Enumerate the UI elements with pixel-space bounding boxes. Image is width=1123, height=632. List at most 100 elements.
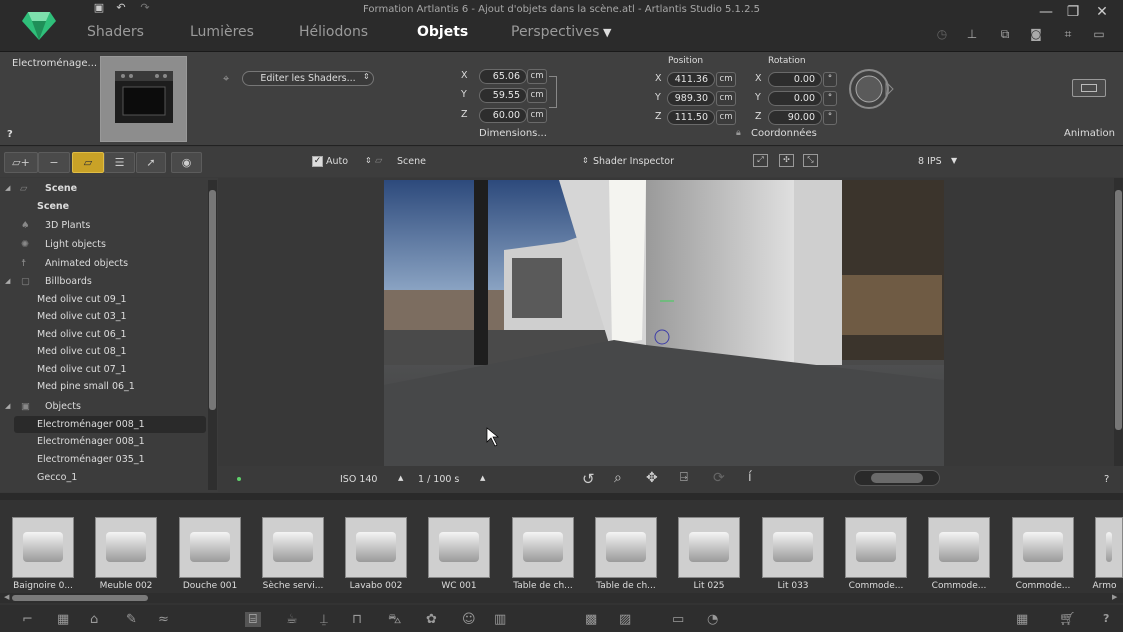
tree-billboards-header[interactable]: ◢ ▢ Billboards: [0, 273, 206, 290]
roof-icon[interactable]: ⌂: [90, 612, 98, 627]
library-item-thumbnail[interactable]: [512, 517, 574, 578]
tree-billboard-item[interactable]: Med olive cut 09_1: [0, 291, 206, 308]
library-item-thumbnail[interactable]: [179, 517, 241, 578]
clock-icon[interactable]: ◔: [707, 612, 718, 627]
orbit-icon[interactable]: ⟳: [713, 470, 725, 486]
library-item-thumbnail[interactable]: [262, 517, 324, 578]
shutter-value[interactable]: 1 / 100 s: [418, 474, 459, 485]
tab-lumieres[interactable]: Lumières: [190, 24, 254, 40]
dim-z-input[interactable]: 60.00: [479, 108, 527, 123]
tree-billboard-item[interactable]: Med olive cut 06_1: [0, 326, 206, 343]
tree-scene-item[interactable]: Scene: [0, 198, 206, 215]
library-scrollbar[interactable]: ◀ ▶: [0, 593, 1123, 603]
building-icon[interactable]: ▥: [494, 612, 506, 627]
shader-inspector-arrows-icon[interactable]: ⇕: [582, 156, 589, 165]
rot-z-input[interactable]: 90.00: [768, 110, 822, 125]
lamp-icon[interactable]: ⍊: [320, 612, 328, 627]
dim-x-input[interactable]: 65.06: [479, 69, 527, 84]
folder-icon[interactable]: ▭: [672, 612, 684, 627]
tree-object-item[interactable]: Electroménager 035_1: [0, 451, 206, 468]
pos-z-input[interactable]: 111.50: [667, 110, 715, 125]
tree-objects-header[interactable]: ◢ ▣ Objects: [0, 398, 206, 415]
copy-icon[interactable]: ⧉: [996, 27, 1014, 43]
pos-x-input[interactable]: 411.36: [667, 72, 715, 87]
zoom-icon[interactable]: ⌕: [614, 470, 622, 486]
person-icon[interactable]: ☺: [462, 612, 476, 627]
library-item-thumbnail[interactable]: [678, 517, 740, 578]
brick-icon[interactable]: ▦: [57, 612, 69, 627]
window-icon[interactable]: ▭: [1090, 27, 1108, 43]
emerald-logo-icon[interactable]: [22, 12, 56, 40]
scene-select[interactable]: Scene: [397, 156, 426, 167]
plant-icon[interactable]: ✿: [426, 612, 437, 627]
proportion-lock-bracket[interactable]: [549, 76, 557, 108]
rot-x-input[interactable]: 0.00: [768, 72, 822, 87]
tree-scene-header[interactable]: ◢ ▱ Scene: [0, 180, 206, 197]
tree-object-item[interactable]: Electroménager 008_1: [0, 433, 206, 450]
library-scroll-thumb[interactable]: [12, 595, 148, 601]
tree-billboard-item[interactable]: Med pine small 06_1: [0, 378, 206, 395]
table-icon[interactable]: ⊓: [352, 612, 362, 627]
list-view-button[interactable]: ☰: [104, 152, 135, 173]
fit-view-icon[interactable]: ✣: [779, 154, 794, 167]
perspectives-dropdown-icon[interactable]: ▼: [603, 26, 611, 39]
tree-billboard-item[interactable]: Med olive cut 03_1: [0, 308, 206, 325]
restore-button[interactable]: ❐: [1062, 3, 1084, 21]
coordinates-button[interactable]: Coordonnées: [751, 128, 817, 139]
cart-icon[interactable]: 🛒︎: [1059, 612, 1076, 627]
animation-icon[interactable]: [1072, 79, 1106, 97]
viewport-help-icon[interactable]: ?: [1104, 474, 1109, 485]
ips-dropdown-icon[interactable]: ▼: [951, 156, 957, 165]
tree-object-item[interactable]: Gecco_1: [0, 469, 206, 486]
tab-shaders[interactable]: Shaders: [87, 24, 144, 40]
car-icon[interactable]: ⛍︎: [388, 612, 401, 629]
collapse-icon[interactable]: ◢: [5, 180, 10, 197]
collapse-icon[interactable]: ◢: [5, 398, 10, 415]
tree-billboard-item[interactable]: Med olive cut 08_1: [0, 343, 206, 360]
library-item-thumbnail[interactable]: [95, 517, 157, 578]
iso-stepper-icon[interactable]: ▲: [398, 474, 403, 482]
zoom-out-view-icon[interactable]: ⤡: [803, 154, 818, 167]
walk-icon[interactable]: ⍈: [680, 470, 688, 485]
undo-view-icon[interactable]: ↺: [582, 470, 595, 488]
remove-object-button[interactable]: −: [38, 152, 70, 173]
minimize-button[interactable]: —: [1035, 3, 1057, 21]
rotation-dial-icon[interactable]: [848, 68, 896, 110]
shader-inspector-select[interactable]: Shader Inspector: [593, 156, 674, 167]
info-icon[interactable]: í: [748, 470, 752, 485]
axis-icon[interactable]: ⊥: [963, 27, 981, 43]
tree-billboard-item[interactable]: Med olive cut 07_1: [0, 361, 206, 378]
collapse-icon[interactable]: ◢: [5, 273, 10, 290]
clock-icon[interactable]: ◷: [933, 27, 951, 43]
animation-label[interactable]: Animation: [1064, 128, 1115, 139]
tree-light-objects[interactable]: ✺ Light objects: [0, 236, 206, 253]
tab-heliodons[interactable]: Héliodons: [299, 24, 368, 40]
auto-checkbox[interactable]: ✓: [312, 156, 323, 167]
dim-y-input[interactable]: 59.55: [479, 88, 527, 103]
viewport-scrollbar[interactable]: [1114, 178, 1123, 466]
tab-perspectives[interactable]: Perspectives: [511, 24, 599, 40]
cup-icon[interactable]: ☕︎: [286, 612, 298, 627]
water-icon[interactable]: ≈: [158, 612, 169, 627]
navigation-slider[interactable]: [854, 470, 940, 486]
help-icon[interactable]: ?: [7, 129, 13, 140]
tree-3d-plants[interactable]: ♠ 3D Plants: [0, 217, 206, 234]
plane-view-button[interactable]: ▱: [72, 152, 104, 173]
crop-icon[interactable]: ⌗: [1059, 27, 1077, 43]
library-item-thumbnail[interactable]: [845, 517, 907, 578]
pos-y-input[interactable]: 989.30: [667, 91, 715, 106]
lock-icon[interactable]: 🔒︎: [736, 128, 741, 138]
dimensions-button[interactable]: Dimensions...: [479, 128, 547, 139]
tree-object-item-selected[interactable]: Electroménager 008_1: [14, 416, 206, 433]
object-preview[interactable]: [100, 56, 187, 142]
question-icon[interactable]: ?: [1103, 612, 1109, 625]
library-item-thumbnail[interactable]: [1095, 517, 1123, 578]
tab-objets[interactable]: Objets: [417, 24, 468, 40]
rot-y-input[interactable]: 0.00: [768, 91, 822, 106]
tree-scrollbar[interactable]: [208, 180, 217, 490]
zoom-in-view-icon[interactable]: ⤢: [753, 154, 768, 167]
pointer-tool-button[interactable]: ➚: [136, 152, 166, 173]
grid-icon[interactable]: ▦: [1016, 612, 1028, 627]
library-item-thumbnail[interactable]: [762, 517, 824, 578]
library-item-thumbnail[interactable]: [1012, 517, 1074, 578]
